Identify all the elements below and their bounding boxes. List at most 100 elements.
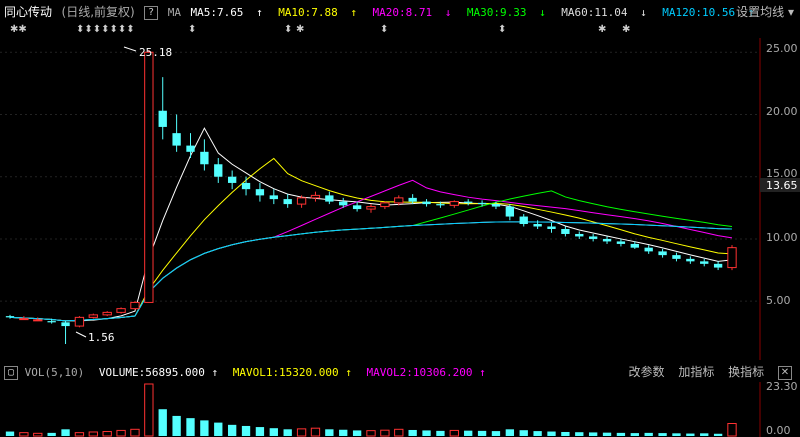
marker-icon[interactable]: ⬍ bbox=[284, 24, 292, 35]
volume-tools: 改参数 加指标 换指标 ✕ bbox=[618, 363, 792, 381]
ma10-value: MA10:7.88 ↑ bbox=[278, 6, 358, 19]
volume-bar[interactable] bbox=[5, 431, 15, 436]
volume-bar[interactable] bbox=[616, 432, 626, 436]
volume-tick: 0.00 bbox=[766, 424, 791, 437]
volume-bar[interactable] bbox=[144, 383, 154, 437]
marker-icon[interactable]: ✱ bbox=[598, 24, 606, 35]
volume-bar[interactable] bbox=[352, 430, 362, 436]
volume-bar[interactable] bbox=[561, 431, 570, 436]
candle[interactable] bbox=[102, 311, 112, 317]
volume-bar[interactable] bbox=[200, 420, 209, 436]
volume-bar[interactable] bbox=[644, 432, 653, 436]
volume-bar[interactable] bbox=[325, 429, 334, 436]
candle[interactable] bbox=[88, 313, 98, 319]
candle[interactable] bbox=[74, 316, 85, 328]
chart-header: 同心传动 (日线,前复权) ? MA MA5:7.65 ↑ MA10:7.88 … bbox=[4, 3, 766, 21]
volume-tick: 23.30 bbox=[766, 382, 798, 393]
volume-value: VOLUME:56895.000 ↑ bbox=[98, 366, 219, 379]
volume-bar[interactable] bbox=[547, 431, 556, 436]
volume-bar[interactable] bbox=[241, 425, 251, 436]
price-tick: 5.00 bbox=[766, 294, 791, 307]
volume-bar[interactable] bbox=[533, 431, 542, 436]
volume-bar[interactable] bbox=[61, 429, 70, 436]
ma-settings-dropdown[interactable]: 设置均线 ▾ bbox=[736, 3, 794, 21]
volume-bar[interactable] bbox=[602, 432, 612, 436]
volume-bar[interactable] bbox=[436, 430, 445, 436]
price-chart[interactable]: 25.00 20.00 15.00 13.65 10.00 5.00 25.18… bbox=[0, 38, 800, 360]
ma20-value: MA20:8.71 ↓ bbox=[372, 6, 452, 19]
volume-bar[interactable] bbox=[296, 428, 307, 437]
volume-bar[interactable] bbox=[339, 429, 348, 436]
add-indicator-button[interactable]: 加指标 bbox=[678, 365, 714, 379]
volume-bar[interactable] bbox=[713, 433, 723, 436]
volume-bar[interactable] bbox=[686, 433, 695, 436]
volume-bar[interactable] bbox=[727, 423, 737, 437]
marker-icon[interactable]: ⬍ bbox=[380, 24, 388, 35]
volume-bar[interactable] bbox=[464, 430, 473, 436]
volume-bar[interactable] bbox=[116, 429, 126, 437]
volume-bar[interactable] bbox=[630, 433, 639, 436]
volume-bar[interactable] bbox=[227, 424, 237, 436]
volume-bar[interactable] bbox=[186, 418, 195, 436]
volume-bar[interactable] bbox=[310, 427, 321, 437]
price-tick: 20.00 bbox=[766, 105, 798, 118]
volume-bar[interactable] bbox=[47, 432, 56, 436]
volume-bar[interactable] bbox=[422, 430, 431, 436]
volume-collapse-button[interactable]: ▢ bbox=[4, 366, 18, 380]
candle[interactable] bbox=[144, 50, 154, 303]
volume-bar[interactable] bbox=[130, 428, 140, 437]
volume-bar[interactable] bbox=[505, 429, 515, 436]
volume-bar[interactable] bbox=[477, 430, 487, 436]
volume-bar[interactable] bbox=[269, 428, 278, 436]
marker-icon[interactable]: ✱ bbox=[296, 24, 304, 35]
volume-bar[interactable] bbox=[102, 431, 112, 437]
price-tick: 10.00 bbox=[766, 231, 798, 244]
volume-bar[interactable] bbox=[449, 429, 459, 437]
candle[interactable] bbox=[130, 301, 140, 310]
mavol1-value: MAVOL1:15320.000 ↑ bbox=[232, 366, 352, 379]
volume-bar[interactable] bbox=[366, 430, 376, 437]
volume-bar[interactable] bbox=[283, 429, 292, 436]
period-label[interactable]: (日线,前复权) bbox=[62, 5, 135, 19]
switch-indicator-button[interactable]: 换指标 bbox=[728, 365, 764, 379]
marker-icon[interactable]: ✱ bbox=[622, 24, 630, 35]
candle[interactable] bbox=[116, 307, 126, 314]
volume-bar[interactable] bbox=[255, 427, 265, 436]
ma5-value: MA5:7.65 ↑ bbox=[190, 6, 263, 19]
close-icon[interactable]: ✕ bbox=[778, 365, 792, 380]
candle[interactable] bbox=[727, 245, 737, 271]
volume-bar[interactable] bbox=[394, 428, 404, 437]
ma60-value: MA60:11.04 ↓ bbox=[561, 6, 647, 19]
volume-bar[interactable] bbox=[19, 432, 29, 437]
price-axis: 25.00 20.00 15.00 13.65 10.00 5.00 bbox=[760, 42, 800, 307]
volume-bar[interactable] bbox=[214, 422, 223, 436]
volume-bar[interactable] bbox=[88, 431, 98, 437]
marker-icon[interactable]: ⬍⬍⬍⬍⬍⬍⬍ bbox=[76, 24, 135, 35]
volume-bar[interactable] bbox=[491, 431, 501, 436]
volume-bar[interactable] bbox=[33, 432, 43, 437]
volume-bar[interactable] bbox=[519, 430, 528, 436]
volume-bar[interactable] bbox=[672, 433, 681, 436]
change-params-button[interactable]: 改参数 bbox=[628, 365, 664, 379]
volume-bar[interactable] bbox=[380, 429, 390, 437]
event-markers: ✱✱ ⬍⬍⬍⬍⬍⬍⬍ ⬍ ⬍ ✱ ⬍ ⬍ ✱ ✱ bbox=[0, 24, 760, 38]
marker-icon[interactable]: ✱✱ bbox=[10, 24, 27, 35]
mavol2-value: MAVOL2:10306.200 ↑ bbox=[366, 366, 486, 379]
help-button[interactable]: ? bbox=[144, 6, 159, 20]
volume-bar[interactable] bbox=[588, 432, 598, 436]
volume-bar[interactable] bbox=[408, 429, 417, 436]
volume-bar[interactable] bbox=[158, 409, 167, 436]
ma-label: MA bbox=[167, 6, 181, 19]
marker-icon[interactable]: ⬍ bbox=[188, 24, 196, 35]
volume-bar[interactable] bbox=[74, 432, 85, 437]
volume-bar[interactable] bbox=[658, 433, 667, 436]
volume-bar[interactable] bbox=[172, 415, 181, 436]
volume-bar[interactable] bbox=[700, 433, 709, 436]
low-annotation: 1.56 bbox=[88, 331, 115, 344]
volume-chart[interactable]: 23.30 0.00 bbox=[0, 382, 800, 437]
stock-name: 同心传动 bbox=[4, 5, 53, 19]
current-price-tag: 13.65 bbox=[766, 179, 798, 192]
marker-icon[interactable]: ⬍ bbox=[498, 24, 506, 35]
volume-bar[interactable] bbox=[575, 432, 584, 436]
volume-indicator-name[interactable]: VOL(5,10) bbox=[25, 366, 85, 379]
